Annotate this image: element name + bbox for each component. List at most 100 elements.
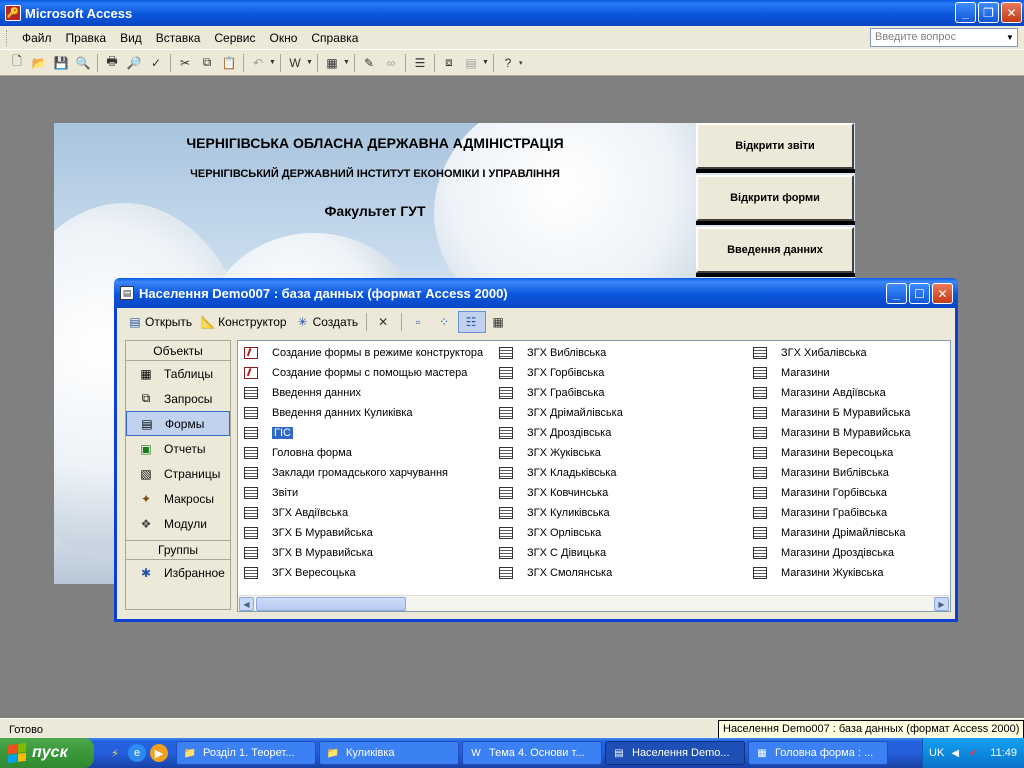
list-item[interactable]: Магазини Вересоцька <box>747 443 910 463</box>
list-item[interactable]: Магазини Дрімайлівська <box>747 523 910 543</box>
database-window-titlebar[interactable]: ▤ Населення Demo007 : база данных (форма… <box>114 278 958 308</box>
objects-item-pages[interactable]: ▧ Страницы <box>126 461 230 486</box>
open-object-button[interactable]: ▤ Открыть <box>123 311 196 333</box>
spelling-icon[interactable]: ✓ <box>145 52 167 74</box>
list-item[interactable]: Создание формы в режиме конструктора <box>238 343 483 363</box>
relationships-icon[interactable]: ⧈ <box>438 52 460 74</box>
list-item[interactable]: ЗГХ Смолянська <box>493 563 623 583</box>
copy-icon[interactable]: ⧉ <box>196 52 218 74</box>
list-item[interactable]: Введення данних <box>238 383 483 403</box>
list-item[interactable]: ЗГХ Кладьківська <box>493 463 623 483</box>
list-item[interactable]: ЗГХ Виблівська <box>493 343 623 363</box>
list-item[interactable]: Создание формы с помощью мастера <box>238 363 483 383</box>
code-icon[interactable]: ∞ <box>380 52 402 74</box>
start-button[interactable]: пуск <box>0 738 94 768</box>
chevron-down-icon[interactable]: ▼ <box>482 59 490 66</box>
close-button[interactable]: ✕ <box>1001 2 1022 23</box>
menu-window[interactable]: Окно <box>262 31 304 45</box>
list-item[interactable]: Звіти <box>238 483 483 503</box>
list-item[interactable]: ЗГХ Дрімайлівська <box>493 403 623 423</box>
list-item[interactable]: ЗГХ Дроздівська <box>493 423 623 443</box>
list-item[interactable]: Введення данних Куликівка <box>238 403 483 423</box>
taskbar-button[interactable]: 📁 Розділ 1. Теорет... <box>176 741 316 765</box>
menu-view[interactable]: Вид <box>113 31 149 45</box>
list-item[interactable]: Магазини Дроздівська <box>747 543 910 563</box>
media-player-icon[interactable]: ▶ <box>150 744 168 762</box>
list-view-button[interactable]: ☷ <box>458 311 487 333</box>
objects-item-forms[interactable]: ▤ Формы <box>126 411 230 436</box>
paste-icon[interactable]: 📋 <box>218 52 240 74</box>
menu-file[interactable]: Файл <box>15 31 59 45</box>
open-folder-icon[interactable]: 📂 <box>28 52 50 74</box>
chevron-down-icon[interactable]: ▼ <box>306 59 314 66</box>
script-editor-icon[interactable]: ✎ <box>358 52 380 74</box>
restore-button[interactable]: ❐ <box>978 2 999 23</box>
collapse-tray-icon[interactable]: ◀ <box>948 746 962 760</box>
scroll-left-arrow-icon[interactable]: ◀ <box>239 597 254 611</box>
list-item[interactable]: ЗГХ В Муравийська <box>238 543 483 563</box>
menu-help[interactable]: Справка <box>304 31 365 45</box>
list-item[interactable]: Магазини Авдіївська <box>747 383 910 403</box>
list-item[interactable]: Магазини Горбівська <box>747 483 910 503</box>
taskbar-button[interactable]: ▤ Населення Demo... <box>605 741 745 765</box>
list-item[interactable]: ЗГХ Жуківська <box>493 443 623 463</box>
antivirus-icon[interactable]: ✔ <box>966 746 980 760</box>
list-item[interactable]: ЗГХ Горбівська <box>493 363 623 383</box>
data-entry-button[interactable]: Введення данних <box>696 227 854 273</box>
menu-edit[interactable]: Правка <box>59 31 114 45</box>
list-item[interactable]: ЗГХ Грабівська <box>493 383 623 403</box>
minimize-button[interactable]: _ <box>955 2 976 23</box>
list-item[interactable]: ГІС <box>238 423 483 443</box>
menu-insert[interactable]: Вставка <box>149 31 208 45</box>
open-reports-button[interactable]: Відкрити звіти <box>696 123 854 169</box>
list-item[interactable]: Головна форма <box>238 443 483 463</box>
list-item[interactable]: ЗГХ Хибалівська <box>747 343 910 363</box>
toolbar-options-icon[interactable]: ▾ <box>519 59 527 67</box>
taskbar-button[interactable]: 📁 Куликівка <box>319 741 459 765</box>
create-object-button[interactable]: ✳ Создать <box>291 311 363 333</box>
taskbar-button[interactable]: W Тема 4. Основи т... <box>462 741 602 765</box>
delete-button[interactable]: ✕ <box>371 311 397 333</box>
list-item[interactable]: Магазини <box>747 363 910 383</box>
internet-explorer-icon[interactable]: e <box>128 744 146 762</box>
list-item[interactable]: ЗГХ Ковчинська <box>493 483 623 503</box>
list-item[interactable]: ЗГХ Орлівська <box>493 523 623 543</box>
small-icons-button[interactable]: ⁘ <box>432 311 458 333</box>
scroll-right-arrow-icon[interactable]: ▶ <box>934 597 949 611</box>
list-item[interactable]: ЗГХ С Дівицька <box>493 543 623 563</box>
list-item[interactable]: ЗГХ Б Муравийська <box>238 523 483 543</box>
objects-item-tables[interactable]: ▦ Таблицы <box>126 361 230 386</box>
objects-item-macros[interactable]: ✦ Макросы <box>126 486 230 511</box>
print-preview-icon[interactable]: 🔎 <box>123 52 145 74</box>
db-minimize-button[interactable]: _ <box>886 283 907 304</box>
objects-item-queries[interactable]: ⧉ Запросы <box>126 386 230 411</box>
new-file-icon[interactable]: 🗋 <box>6 52 28 74</box>
groups-header[interactable]: Группы <box>126 540 230 560</box>
list-item[interactable]: Магазини Б Муравийська <box>747 403 910 423</box>
db-close-button[interactable]: ✕ <box>932 283 953 304</box>
analyze-icon[interactable]: ▦ <box>321 52 343 74</box>
menu-grip[interactable] <box>6 29 9 46</box>
list-item[interactable]: Магазини Грабівська <box>747 503 910 523</box>
search-file-icon[interactable]: 🔍 <box>72 52 94 74</box>
list-item[interactable]: Магазини Виблівська <box>747 463 910 483</box>
db-maximize-button[interactable]: ☐ <box>909 283 930 304</box>
design-view-button[interactable]: 📐 Конструктор <box>196 311 290 333</box>
list-item[interactable]: ЗГХ Авдіївська <box>238 503 483 523</box>
chevron-down-icon[interactable]: ▼ <box>1003 29 1017 46</box>
taskbar-button[interactable]: ▦ Головна форма : ... <box>748 741 888 765</box>
objects-item-modules[interactable]: ❖ Модули <box>126 511 230 536</box>
save-icon[interactable]: 💾 <box>50 52 72 74</box>
scrollbar-thumb[interactable] <box>256 597 406 611</box>
new-object-icon[interactable]: ▤ <box>460 52 482 74</box>
horizontal-scrollbar[interactable]: ◀ ▶ <box>238 595 950 611</box>
help-icon[interactable]: ? <box>497 52 519 74</box>
chevron-down-icon[interactable]: ▼ <box>343 59 351 66</box>
undo-icon[interactable]: ↶ <box>247 52 269 74</box>
office-links-icon[interactable]: W <box>284 52 306 74</box>
list-item[interactable]: ЗГХ Куликівська <box>493 503 623 523</box>
objects-item-reports[interactable]: ▣ Отчеты <box>126 436 230 461</box>
objects-header[interactable]: Объекты <box>126 341 230 361</box>
properties-icon[interactable]: ☰ <box>409 52 431 74</box>
large-icons-button[interactable]: ▫ <box>406 311 432 333</box>
